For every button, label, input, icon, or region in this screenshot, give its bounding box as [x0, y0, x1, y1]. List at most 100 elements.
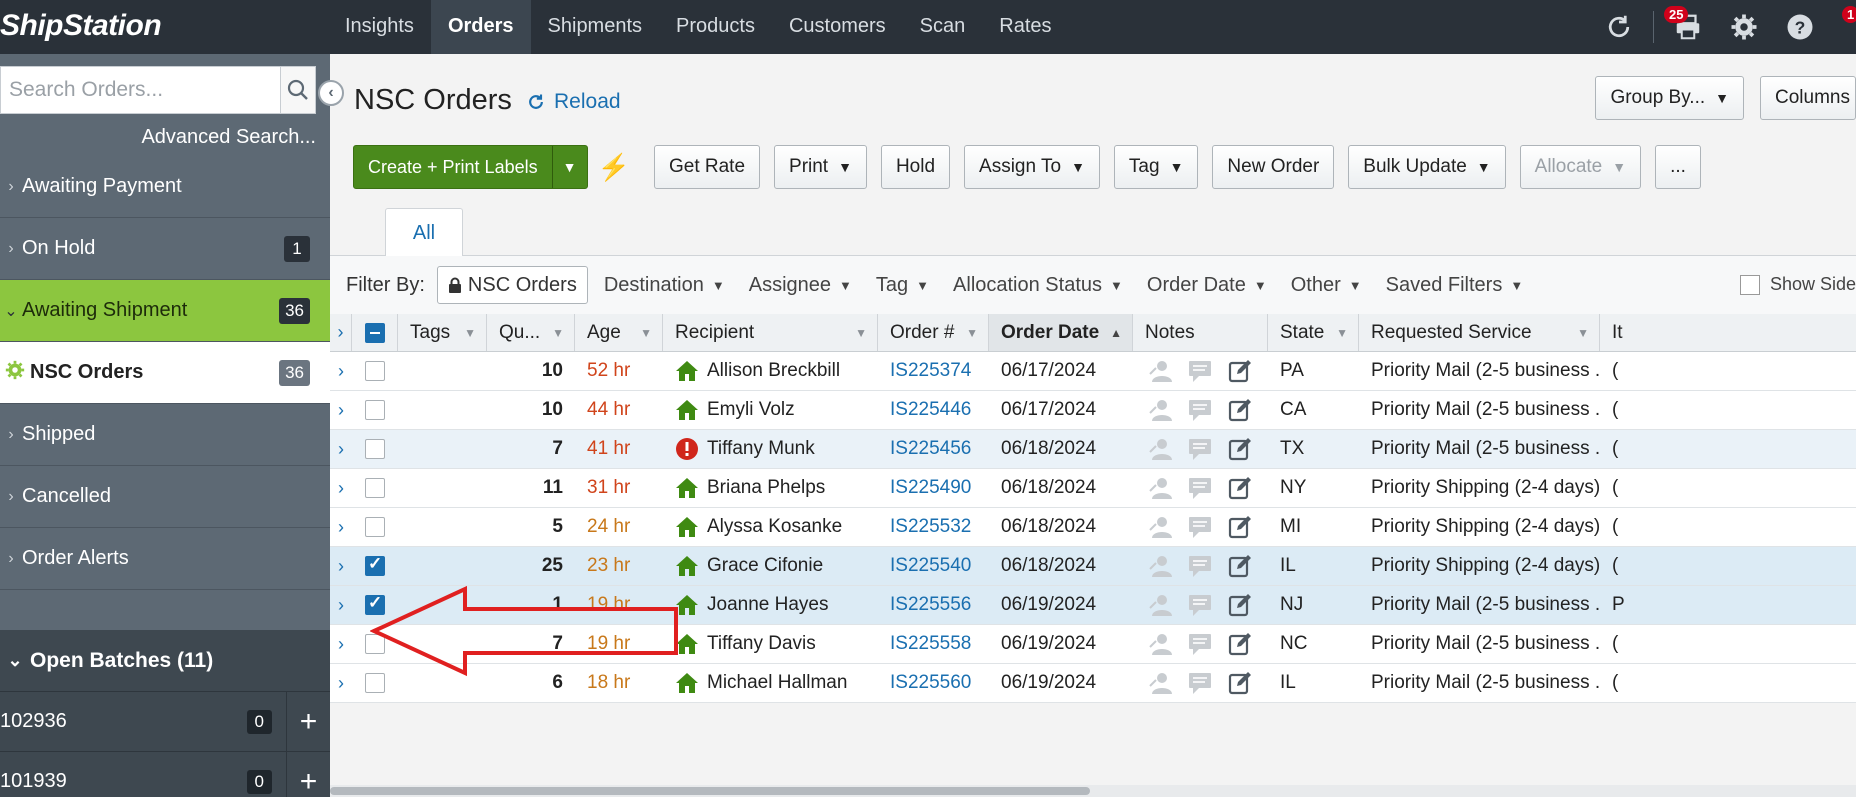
- other-filter[interactable]: Other ▼: [1291, 274, 1362, 297]
- select-all-checkbox[interactable]: [364, 322, 385, 343]
- row-checkbox[interactable]: [365, 673, 385, 693]
- nav-orders[interactable]: Orders: [430, 0, 531, 54]
- advanced-search-link[interactable]: Advanced Search...: [141, 126, 316, 149]
- table-row[interactable]: › 7 19 hr Tiffany Davis IS225558 06/19/2024 NC…: [330, 625, 1856, 664]
- nav-products[interactable]: Products: [659, 0, 772, 54]
- group-by-button[interactable]: Group By... ▼: [1595, 76, 1744, 120]
- assign-user-icon[interactable]: [1147, 670, 1173, 696]
- batch-row[interactable]: 102936 0 +: [0, 691, 330, 752]
- tag-filter[interactable]: Tag ▼: [876, 274, 929, 297]
- expand-row-icon[interactable]: ›: [330, 547, 352, 585]
- edit-note-icon[interactable]: [1227, 553, 1253, 579]
- show-sidebar-checkbox[interactable]: [1739, 274, 1760, 295]
- comment-icon[interactable]: [1187, 592, 1213, 618]
- expand-row-icon[interactable]: ›: [330, 430, 352, 468]
- sidebar-item-order-alerts[interactable]: › Order Alerts: [0, 528, 330, 590]
- sidebar-item-on-hold[interactable]: › On Hold 1: [0, 218, 330, 280]
- column-header-item[interactable]: It: [1600, 314, 1856, 351]
- nav-scan[interactable]: Scan: [903, 0, 983, 54]
- order-number-link[interactable]: IS225532: [878, 508, 989, 546]
- sidebar-item-nsc-orders[interactable]: NSC Orders 36: [0, 342, 330, 404]
- nav-shipments[interactable]: Shipments: [531, 0, 660, 54]
- row-checkbox[interactable]: [365, 439, 385, 459]
- bulk-update-button[interactable]: Bulk Update ▼: [1348, 145, 1506, 189]
- column-header-requested-service[interactable]: Requested Service ▼: [1359, 314, 1600, 351]
- edit-note-icon[interactable]: [1227, 514, 1253, 540]
- assignee-filter[interactable]: Assignee ▼: [749, 274, 852, 297]
- order-number-link[interactable]: IS225456: [878, 430, 989, 468]
- column-header-tags[interactable]: Tags ▼: [398, 314, 487, 351]
- printer-icon[interactable]: 25: [1660, 0, 1716, 54]
- row-checkbox[interactable]: [365, 593, 385, 615]
- new-order-button[interactable]: New Order: [1212, 145, 1335, 189]
- get-rate-button[interactable]: Get Rate: [653, 145, 761, 189]
- add-to-batch-plus-icon[interactable]: +: [286, 751, 330, 797]
- sidebar-item-awaiting-shipment[interactable]: ⌄ Awaiting Shipment 36: [0, 280, 330, 342]
- column-header-notes[interactable]: Notes: [1133, 314, 1268, 351]
- tag-button[interactable]: Tag ▼: [1113, 145, 1199, 189]
- expand-row-icon[interactable]: ›: [330, 586, 352, 624]
- show-sidebar-toggle[interactable]: Show Side: [1739, 274, 1856, 295]
- refresh-icon[interactable]: [1591, 0, 1647, 54]
- comment-icon[interactable]: [1187, 475, 1213, 501]
- comment-icon[interactable]: [1187, 670, 1213, 696]
- table-row[interactable]: › 10 52 hr Allison Breckbill IS225374 06/17/2…: [330, 352, 1856, 391]
- column-header-quantity[interactable]: Qu... ▼: [487, 314, 575, 351]
- expand-row-icon[interactable]: ›: [330, 625, 352, 663]
- order-number-link[interactable]: IS225558: [878, 625, 989, 663]
- column-header-state[interactable]: State ▼: [1268, 314, 1359, 351]
- row-checkbox[interactable]: [365, 517, 385, 537]
- collapse-sidebar-icon[interactable]: ‹: [318, 80, 344, 106]
- column-header-order-date[interactable]: Order Date ▲: [989, 314, 1133, 351]
- expand-row-icon[interactable]: ›: [330, 391, 352, 429]
- table-row[interactable]: › 5 24 hr Alyssa Kosanke IS225532 06/18/2024 M…: [330, 508, 1856, 547]
- add-to-batch-plus-icon[interactable]: +: [286, 691, 330, 752]
- assign-user-icon[interactable]: [1147, 475, 1173, 501]
- table-row[interactable]: › 7 41 hr Tiffany Munk IS225456 06/18/2024 TX P…: [330, 430, 1856, 469]
- assign-user-icon[interactable]: [1147, 631, 1173, 657]
- comment-icon[interactable]: [1187, 514, 1213, 540]
- help-icon[interactable]: ?: [1772, 0, 1828, 54]
- order-number-link[interactable]: IS225374: [878, 352, 989, 390]
- row-checkbox[interactable]: [365, 478, 385, 498]
- nav-customers[interactable]: Customers: [772, 0, 903, 54]
- expand-row-icon[interactable]: ›: [330, 352, 352, 390]
- order-number-link[interactable]: IS225540: [878, 547, 989, 585]
- assign-user-icon[interactable]: [1147, 436, 1173, 462]
- row-checkbox[interactable]: [365, 361, 385, 381]
- assign-user-icon[interactable]: [1147, 592, 1173, 618]
- allocation-status-filter[interactable]: Allocation Status ▼: [953, 274, 1123, 297]
- sidebar-item-awaiting-payment[interactable]: › Awaiting Payment: [0, 156, 330, 218]
- edit-note-icon[interactable]: [1227, 475, 1253, 501]
- edit-note-icon[interactable]: [1227, 436, 1253, 462]
- destination-filter[interactable]: Destination ▼: [604, 274, 725, 297]
- shipstation-logo[interactable]: ShipStation: [0, 0, 162, 54]
- nav-insights[interactable]: Insights: [328, 0, 431, 54]
- table-row[interactable]: › 25 23 hr Grace Cifonie IS225540 06/18/2024 I…: [330, 547, 1856, 586]
- more-actions-button[interactable]: ...: [1655, 145, 1701, 189]
- order-number-link[interactable]: IS225556: [878, 586, 989, 624]
- assign-to-button[interactable]: Assign To ▼: [964, 145, 1100, 189]
- search-icon[interactable]: [280, 67, 315, 113]
- column-header-recipient[interactable]: Recipient ▼: [663, 314, 878, 351]
- edit-note-icon[interactable]: [1227, 358, 1253, 384]
- notification-icon[interactable]: 1: [1828, 0, 1856, 54]
- caret-down-icon[interactable]: ▼: [553, 159, 587, 175]
- nsc-orders-filter-chip[interactable]: NSC Orders: [436, 266, 588, 304]
- expand-all-icon[interactable]: ›: [330, 314, 352, 351]
- gear-icon[interactable]: [1716, 0, 1772, 54]
- edit-note-icon[interactable]: [1227, 592, 1253, 618]
- nav-rates[interactable]: Rates: [982, 0, 1068, 54]
- sidebar-item-shipped[interactable]: › Shipped: [0, 404, 330, 466]
- horizontal-scrollbar[interactable]: [330, 785, 1856, 797]
- row-checkbox[interactable]: [365, 400, 385, 420]
- table-row[interactable]: › 11 31 hr Briana Phelps IS225490 06/18/2024 N…: [330, 469, 1856, 508]
- edit-note-icon[interactable]: [1227, 397, 1253, 423]
- assign-user-icon[interactable]: [1147, 358, 1173, 384]
- sidebar-item-cancelled[interactable]: › Cancelled: [0, 466, 330, 528]
- table-row[interactable]: › 1 19 hr Joanne Hayes IS225556 06/19/2024 NJ P…: [330, 586, 1856, 625]
- hold-button[interactable]: Hold: [880, 145, 951, 189]
- expand-row-icon[interactable]: ›: [330, 664, 352, 702]
- expand-row-icon[interactable]: ›: [330, 469, 352, 507]
- allocate-button[interactable]: Allocate ▼: [1519, 145, 1642, 189]
